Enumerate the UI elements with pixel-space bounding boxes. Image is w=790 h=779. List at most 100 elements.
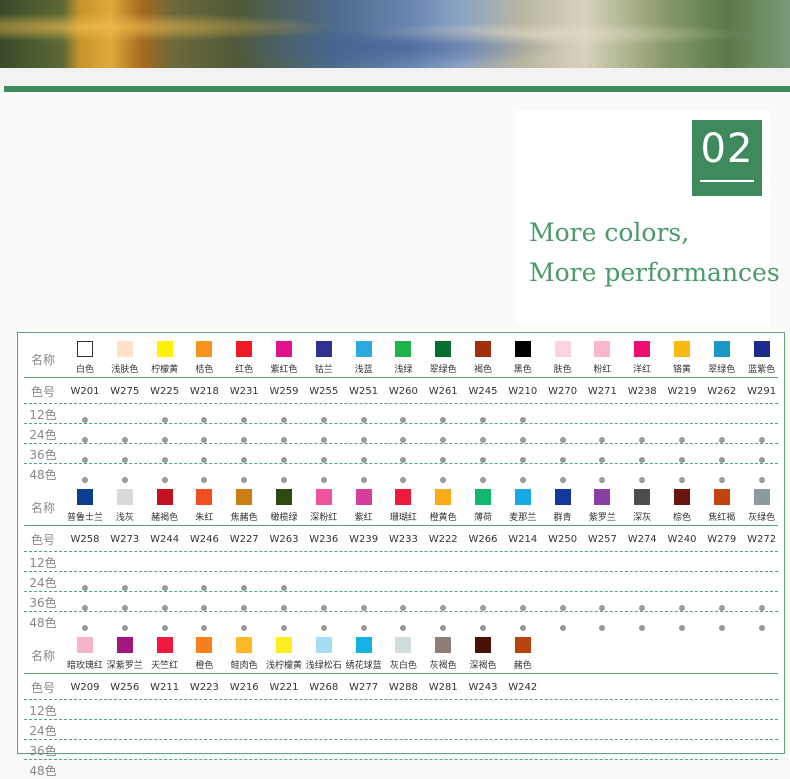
color-swatch (156, 489, 173, 505)
color-swatch (315, 489, 332, 505)
availability-dot (742, 448, 782, 467)
availability-dot (344, 408, 384, 427)
color-swatch (634, 341, 651, 357)
dot-mark (241, 625, 248, 631)
color-name: 深灰 (633, 513, 652, 523)
availability-dot (582, 468, 622, 487)
dot-mark (718, 625, 725, 631)
dot-mark (559, 477, 566, 483)
color-swatch (554, 341, 571, 357)
availability-dot (622, 428, 662, 447)
availability-dot (503, 408, 543, 427)
color-swatch (435, 341, 452, 357)
color-code: W251 (349, 386, 379, 397)
availability-dot (662, 596, 702, 615)
color-swatch-cell: 肤色 (543, 341, 583, 375)
availability-dot (184, 596, 224, 615)
dot-mark (758, 477, 765, 483)
color-swatch-cell: 深粉红 (304, 489, 344, 523)
color-swatch (156, 637, 173, 653)
dot-mark (281, 477, 287, 483)
color-swatch (355, 637, 372, 653)
color-swatch-cell: 翠绿色 (423, 341, 463, 375)
color-code: W222 (428, 534, 458, 545)
availability-dot (702, 428, 742, 447)
color-code: W260 (388, 386, 418, 397)
color-code: W233 (388, 534, 418, 545)
color-code: W270 (548, 386, 578, 397)
color-code: W225 (150, 386, 180, 397)
dot-mark (519, 477, 526, 483)
availability-dot (582, 596, 622, 615)
color-swatch-cell: 橙黄色 (423, 489, 463, 523)
color-code: W291 (747, 386, 777, 397)
availability-dot (503, 596, 543, 615)
color-code: W231 (229, 386, 259, 397)
color-name: 桔色 (195, 365, 214, 375)
section-number: 02 (700, 126, 754, 172)
color-name: 翠绿色 (429, 365, 457, 375)
color-name: 焦赭色 (230, 513, 258, 523)
availability-dot (503, 428, 543, 447)
color-swatch-cell: 钴兰 (304, 341, 344, 375)
availability-dot (344, 468, 384, 487)
color-name: 灰褐色 (429, 661, 457, 671)
availability-dot (543, 596, 583, 615)
color-code: W281 (428, 682, 458, 693)
row-divider (24, 377, 778, 378)
color-swatch (395, 341, 412, 357)
availability-dot (224, 448, 264, 467)
availability-dot (264, 576, 304, 595)
color-swatch-cell: 浅蓝 (344, 341, 384, 375)
availability-dot (105, 468, 145, 487)
color-name: 红色 (235, 365, 254, 375)
availability-dot (65, 468, 105, 487)
dot-mark (400, 477, 407, 483)
availability-dot (543, 616, 583, 635)
color-name: 肤色 (553, 365, 572, 375)
dot-mark (201, 625, 208, 631)
row-divider (24, 611, 778, 612)
color-swatch (554, 489, 571, 505)
color-name: 粉红 (593, 365, 612, 375)
color-swatch (276, 341, 292, 357)
color-code: W274 (627, 534, 657, 545)
set-label: 36色 (29, 448, 57, 462)
availability-dot (264, 616, 304, 635)
availability-dot (503, 448, 543, 467)
availability-dot (304, 428, 344, 447)
color-swatch (77, 341, 93, 357)
color-swatch-cell: 绣花球蓝 (344, 637, 384, 671)
availability-dot (702, 596, 742, 615)
dot-mark (82, 625, 88, 631)
color-name: 灰白色 (389, 661, 417, 671)
dot-mark (679, 625, 685, 631)
set-label: 24色 (29, 724, 57, 738)
color-name: 焦红褐 (708, 513, 736, 523)
dot-mark (121, 477, 128, 483)
availability-dot (423, 596, 463, 615)
color-swatch-cell: 橄榄绿 (264, 489, 304, 523)
color-code: W239 (349, 534, 379, 545)
name-header: 名称 (30, 501, 55, 515)
color-name: 普鲁士兰 (66, 513, 103, 523)
availability-dot (184, 616, 224, 635)
color-swatch-cell: 灰绿色 (742, 489, 782, 523)
color-swatch-cell: 粉红 (582, 341, 622, 375)
availability-dot (423, 428, 463, 447)
dot-mark (201, 477, 208, 483)
row-divider (24, 719, 778, 720)
color-swatch-cell: 铬黄 (662, 341, 702, 375)
color-code: W201 (70, 386, 100, 397)
color-code: W223 (189, 682, 219, 693)
color-code: W210 (508, 386, 538, 397)
color-swatch-cell: 麦那兰 (503, 489, 543, 523)
availability-dot (145, 596, 185, 615)
color-swatch-cell: 灰白色 (383, 637, 423, 671)
tagline-line-1: More colors, (529, 218, 690, 247)
color-swatch (475, 341, 491, 357)
availability-dot (383, 468, 423, 487)
color-swatch-cell: 紫罗兰 (582, 489, 622, 523)
tagline-line-2: More performances (529, 258, 780, 287)
color-name: 橙黄色 (429, 513, 457, 523)
